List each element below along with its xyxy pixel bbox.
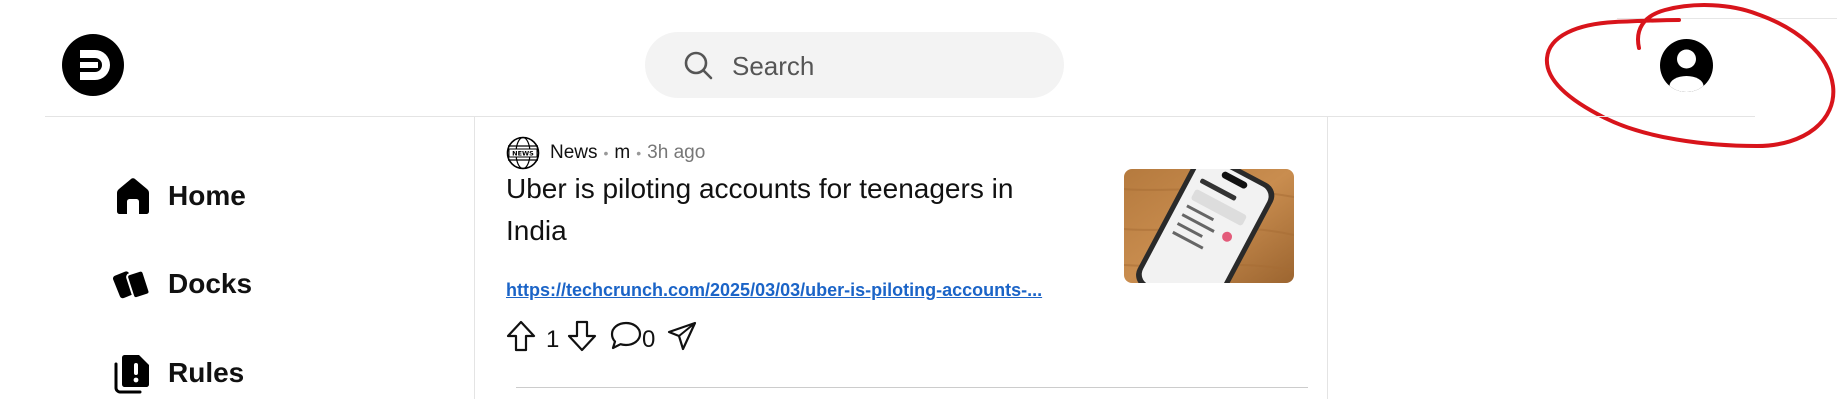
sidebar-item-label: Home: [168, 180, 246, 211]
post-meta: NEWS News • m • 3h ago: [506, 136, 705, 170]
post-author[interactable]: m: [614, 142, 630, 164]
user-circle-icon[interactable]: [1660, 39, 1713, 92]
post-title[interactable]: Uber is piloting accounts for teenagers …: [506, 168, 1066, 252]
comment-bubble-icon[interactable]: [610, 320, 642, 350]
community-name[interactable]: News: [550, 142, 598, 164]
upvote-count: 1: [546, 326, 560, 353]
sidebar-item-label: Rules: [168, 357, 245, 388]
news-globe-icon[interactable]: NEWS: [506, 136, 540, 170]
post-time: 3h ago: [647, 142, 706, 163]
sidebar-item-docks[interactable]: Docks: [112, 263, 252, 305]
left-column-divider: [474, 117, 475, 399]
rules-icon: [114, 355, 149, 394]
downvote-arrow-icon[interactable]: [567, 320, 597, 352]
search-input[interactable]: [730, 46, 1034, 86]
post-thumbnail[interactable]: [1124, 169, 1294, 283]
meta-separator: •: [636, 145, 642, 161]
search-bar[interactable]: [645, 32, 1064, 98]
post-link[interactable]: https://techcrunch.com/2025/03/03/uber-i…: [506, 280, 1046, 301]
right-column-divider: [1327, 117, 1328, 399]
top-divider: [1617, 18, 1837, 19]
dock-logo-icon[interactable]: [62, 34, 124, 96]
header-divider: [45, 116, 1755, 117]
post-divider: [516, 387, 1308, 388]
meta-separator: •: [603, 145, 609, 161]
sidebar-item-rules[interactable]: Rules: [112, 352, 244, 394]
search-icon: [684, 51, 713, 80]
sidebar-item-home[interactable]: Home: [112, 175, 246, 217]
docks-icon: [112, 269, 151, 300]
comment-count: 0: [642, 326, 656, 353]
share-icon[interactable]: [666, 320, 698, 352]
sidebar-item-label: Docks: [168, 268, 253, 299]
upvote-arrow-icon[interactable]: [506, 320, 536, 352]
svg-text:NEWS: NEWS: [512, 150, 534, 158]
home-icon: [117, 178, 149, 214]
